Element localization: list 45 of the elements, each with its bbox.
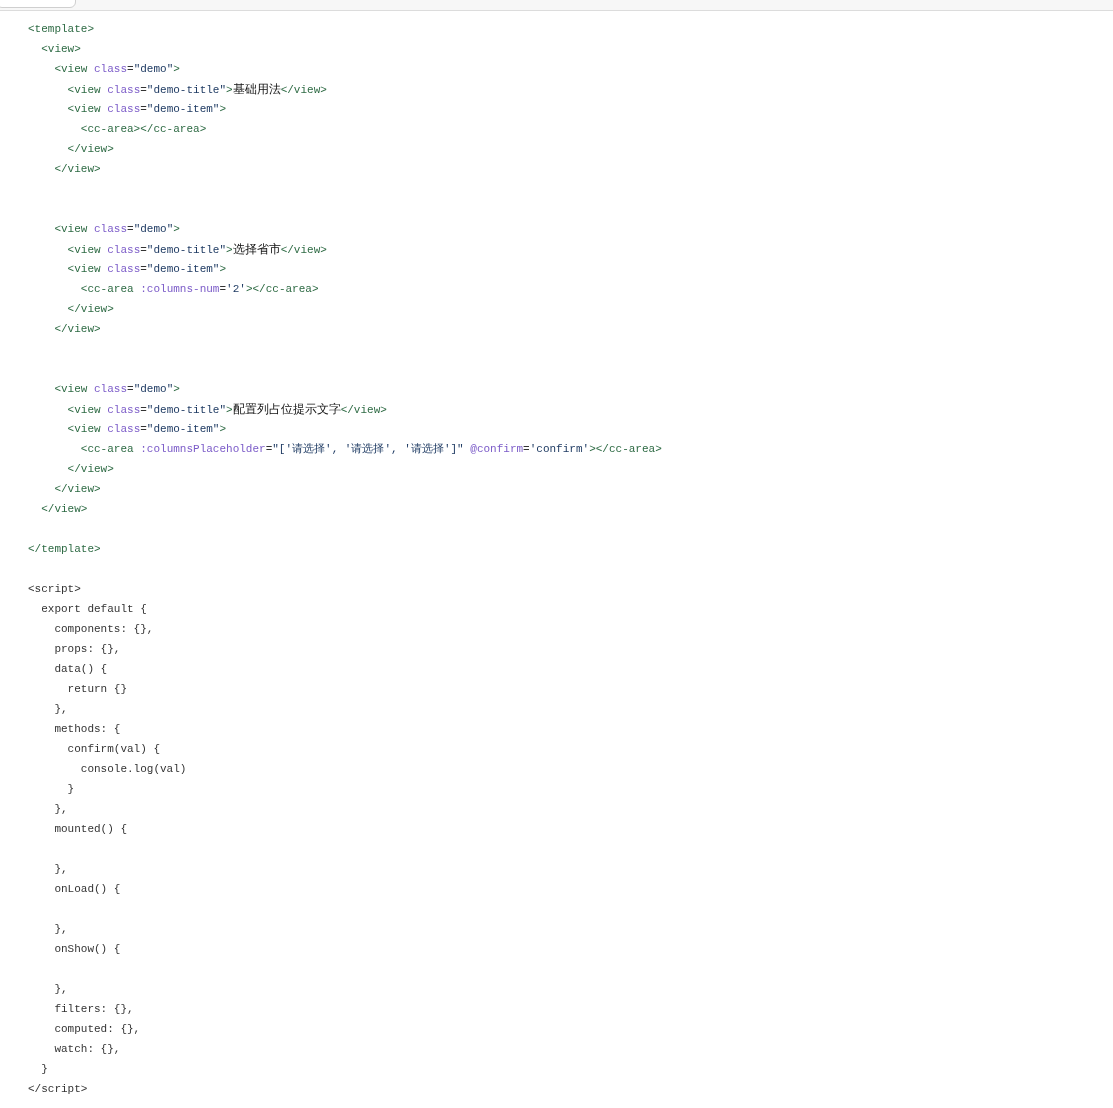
- code-line: <view class="demo">: [53, 222, 180, 237]
- code-line: </view>: [66, 302, 114, 317]
- code-line: computed: {},: [53, 1022, 141, 1037]
- code-line: </view>: [53, 162, 101, 177]
- code-line: </view>: [53, 482, 101, 497]
- code-line: <cc-area></cc-area>: [79, 122, 207, 137]
- code-line: <view class="demo-title">选择省市</view>: [66, 241, 327, 258]
- code-line: onShow() {: [53, 942, 121, 957]
- code-line: <view>: [40, 42, 81, 57]
- code-line: }: [66, 782, 75, 797]
- code-line: <cc-area :columns-num='2'></cc-area>: [79, 282, 319, 297]
- code-line: </template>: [28, 542, 101, 557]
- code-line: mounted() {: [53, 822, 128, 837]
- code-line: </view>: [66, 142, 114, 157]
- code-line: <view class="demo">: [53, 62, 180, 77]
- code-line: </script>: [28, 1082, 88, 1097]
- code-line: <cc-area :columnsPlaceholder="['请选择', '请选择', '请选择']" @confirm='confirm'></cc-area>: [79, 442, 662, 457]
- code-line: <view class="demo-item">: [66, 102, 227, 117]
- code-line: components: {},: [53, 622, 154, 637]
- code-line: <view class="demo-item">: [66, 262, 227, 277]
- code-line: <script>: [28, 582, 81, 597]
- code-line: <view class="demo-title">基础用法</view>: [66, 81, 327, 98]
- code-line: <view class="demo-title">配置列占位提示文字</view>: [66, 401, 387, 418]
- code-line: }: [40, 1062, 48, 1077]
- code-line: <view class="demo-item">: [66, 422, 227, 437]
- code-line: methods: {: [53, 722, 121, 737]
- code-line: export default {: [40, 602, 147, 617]
- code-line: onLoad() {: [53, 882, 121, 897]
- code-line: return {}: [66, 682, 128, 697]
- code-line: },: [53, 702, 68, 717]
- code-line: props: {},: [53, 642, 121, 657]
- code-line: watch: {},: [53, 1042, 121, 1057]
- code-line: console.log(val): [79, 762, 187, 777]
- code-line: confirm(val) {: [66, 742, 161, 757]
- code-line: <template>: [28, 22, 94, 37]
- code-line: </view>: [53, 322, 101, 337]
- code-line: },: [53, 802, 68, 817]
- code-line: data() {: [53, 662, 108, 677]
- code-line: <view class="demo">: [53, 382, 180, 397]
- code-line: },: [53, 922, 68, 937]
- code-line: },: [53, 862, 68, 877]
- code-line: </view>: [66, 462, 114, 477]
- code-line: </view>: [40, 502, 88, 517]
- code-line: },: [53, 982, 68, 997]
- code-line: filters: {},: [53, 1002, 134, 1017]
